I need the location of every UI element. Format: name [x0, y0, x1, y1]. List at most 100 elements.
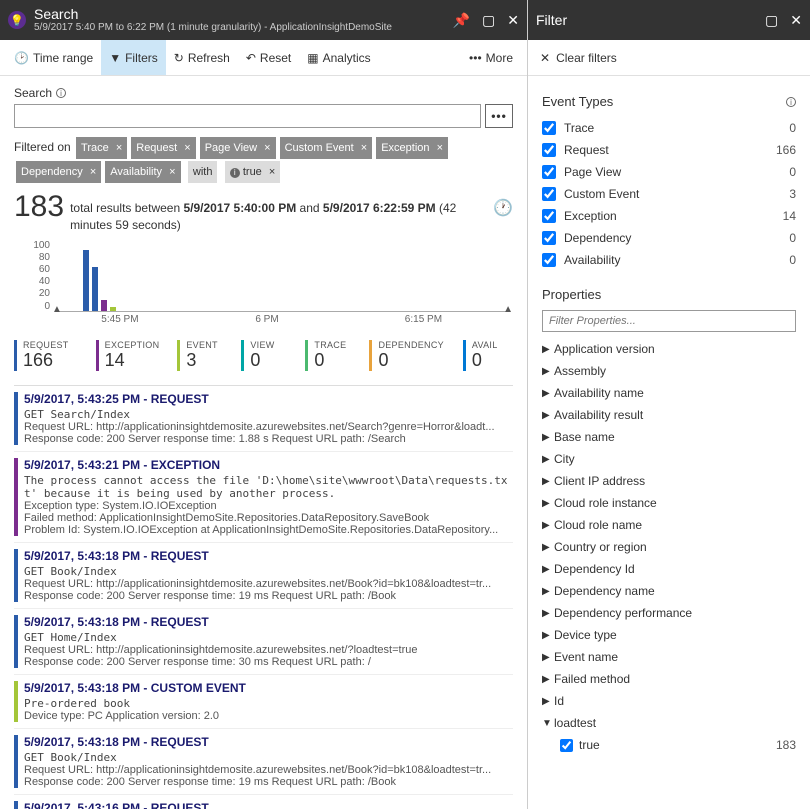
property-row[interactable]: ▶Cloud role instance — [542, 492, 796, 514]
filter-tag[interactable]: Custom Event × — [280, 137, 373, 159]
event-type-row[interactable]: Availability0 — [542, 249, 796, 271]
filtered-on-label: Filtered on — [14, 140, 71, 154]
filter-tag[interactable]: Page View × — [200, 137, 276, 159]
property-row[interactable]: ▶Assembly — [542, 360, 796, 382]
filter-tag[interactable]: Trace × — [76, 137, 127, 159]
property-row[interactable]: ▶Id — [542, 690, 796, 712]
properties-filter-input[interactable] — [542, 310, 796, 332]
property-label: Cloud role name — [554, 518, 642, 532]
clear-filters-label: Clear filters — [556, 51, 617, 65]
property-label: Base name — [554, 430, 615, 444]
event-type-count: 0 — [789, 253, 796, 267]
result-line: GET Search/Index — [24, 408, 513, 421]
remove-tag-icon[interactable]: × — [184, 142, 190, 154]
remove-tag-icon[interactable]: × — [169, 166, 175, 178]
time-range-button[interactable]: 🕑Time range — [6, 40, 101, 75]
filter-tag[interactable]: Dependency × — [16, 161, 101, 183]
search-label-text: Search — [14, 86, 52, 100]
remove-tag-icon[interactable]: × — [437, 142, 443, 154]
info-icon[interactable]: i — [56, 88, 66, 98]
property-row[interactable]: ▶Cloud role name — [542, 514, 796, 536]
remove-tag-icon[interactable]: × — [264, 142, 270, 154]
more-button[interactable]: •••More — [461, 51, 521, 65]
tag-true[interactable]: i true × — [225, 161, 281, 183]
event-type-checkbox[interactable] — [542, 253, 556, 267]
loadtest-true-checkbox[interactable] — [560, 739, 573, 752]
filter-tag[interactable]: Request × — [131, 137, 195, 159]
property-row[interactable]: ▶Country or region — [542, 536, 796, 558]
property-row[interactable]: ▶Device type — [542, 624, 796, 646]
event-type-checkbox[interactable] — [542, 187, 556, 201]
event-type-checkbox[interactable] — [542, 165, 556, 179]
property-row[interactable]: ▶Availability name — [542, 382, 796, 404]
pin-icon[interactable]: 📌 — [453, 12, 470, 29]
filter-titlebar: Filter ▢ ✕ — [528, 0, 810, 40]
event-type-row[interactable]: Custom Event3 — [542, 183, 796, 205]
maximize-icon[interactable]: ▢ — [482, 12, 495, 29]
property-row[interactable]: ▶Base name — [542, 426, 796, 448]
property-row[interactable]: ▶Application version — [542, 338, 796, 360]
event-type-checkbox[interactable] — [542, 209, 556, 223]
property-row[interactable]: ▶Dependency name — [542, 580, 796, 602]
property-label: Device type — [554, 628, 617, 642]
event-type-row[interactable]: Exception14 — [542, 205, 796, 227]
undo-icon: ↶ — [246, 51, 256, 65]
event-type-checkbox[interactable] — [542, 121, 556, 135]
result-item[interactable]: 5/9/2017, 5:43:18 PM - REQUESTGET Book/I… — [14, 543, 513, 609]
search-input[interactable] — [14, 104, 481, 128]
search-options-button[interactable]: ••• — [485, 104, 513, 128]
event-type-checkbox[interactable] — [542, 231, 556, 245]
stat-view[interactable]: VIEW0 — [241, 340, 297, 371]
result-item[interactable]: 5/9/2017, 5:43:18 PM - REQUESTGET Home/I… — [14, 609, 513, 675]
remove-tag-icon[interactable]: × — [116, 142, 122, 154]
result-header: 5/9/2017, 5:43:18 PM - REQUEST — [24, 735, 513, 749]
caret-down-icon: ▼ — [542, 718, 554, 729]
filters-button[interactable]: ▼Filters — [101, 40, 166, 75]
chart-bar — [83, 250, 89, 310]
event-types-label: Event Types — [542, 94, 613, 109]
stat-trace[interactable]: TRACE0 — [305, 340, 361, 371]
clear-filters-button[interactable]: ✕ Clear filters — [528, 40, 810, 76]
property-row[interactable]: ▶Dependency Id — [542, 558, 796, 580]
close-icon[interactable]: ✕ — [790, 12, 802, 29]
property-row[interactable]: ▶Failed method — [542, 668, 796, 690]
analytics-button[interactable]: ▦Analytics — [299, 40, 378, 75]
event-type-row[interactable]: Dependency0 — [542, 227, 796, 249]
property-row[interactable]: ▶Event name — [542, 646, 796, 668]
event-type-checkbox[interactable] — [542, 143, 556, 157]
timeline-chart[interactable]: 100806040200 ▲ ▲ 5:45 PM6 PM6:15 PM — [14, 240, 513, 330]
filter-tag[interactable]: Availability × — [105, 161, 180, 183]
property-row[interactable]: ▶Client IP address — [542, 470, 796, 492]
property-row[interactable]: ▶Dependency performance — [542, 602, 796, 624]
result-item[interactable]: 5/9/2017, 5:43:25 PM - REQUESTGET Search… — [14, 386, 513, 452]
property-label: Availability name — [554, 386, 644, 400]
property-loadtest[interactable]: ▼ loadtest — [542, 712, 796, 734]
event-type-row[interactable]: Request166 — [542, 139, 796, 161]
property-row[interactable]: ▶Availability result — [542, 404, 796, 426]
stat-avail[interactable]: AVAIL0 — [463, 340, 513, 371]
close-icon[interactable]: ✕ — [507, 12, 519, 29]
remove-tag-icon[interactable]: × — [361, 142, 367, 154]
reset-button[interactable]: ↶Reset — [238, 40, 299, 75]
filter-tag[interactable]: Exception × — [376, 137, 448, 159]
property-row[interactable]: ▶City — [542, 448, 796, 470]
remove-tag-icon[interactable]: × — [269, 166, 275, 178]
info-icon[interactable]: i — [786, 97, 796, 107]
stat-request[interactable]: REQUEST166 — [14, 340, 88, 371]
event-type-name: Dependency — [564, 231, 631, 245]
refresh-button[interactable]: ↻Refresh — [166, 40, 238, 75]
stat-dependency[interactable]: DEPENDENCY0 — [369, 340, 454, 371]
property-loadtest-value[interactable]: true 183 — [542, 734, 796, 756]
result-item[interactable]: 5/9/2017, 5:43:18 PM - CUSTOM EVENTPre-o… — [14, 675, 513, 729]
stat-exception[interactable]: EXCEPTION14 — [96, 340, 170, 371]
remove-tag-icon[interactable]: × — [90, 166, 96, 178]
maximize-icon[interactable]: ▢ — [765, 12, 778, 29]
result-item[interactable]: 5/9/2017, 5:43:21 PM - EXCEPTIONThe proc… — [14, 452, 513, 543]
stat-event[interactable]: EVENT3 — [177, 340, 233, 371]
event-type-row[interactable]: Page View0 — [542, 161, 796, 183]
event-type-row[interactable]: Trace0 — [542, 117, 796, 139]
result-item[interactable]: 5/9/2017, 5:43:18 PM - REQUESTGET Book/I… — [14, 729, 513, 795]
result-item[interactable]: 5/9/2017, 5:43:16 PM - REQUESTPOST Book/… — [14, 795, 513, 809]
history-icon[interactable]: 🕐 — [493, 192, 513, 218]
search-body: Searchi ••• Filtered on Trace ×Request ×… — [0, 76, 527, 809]
